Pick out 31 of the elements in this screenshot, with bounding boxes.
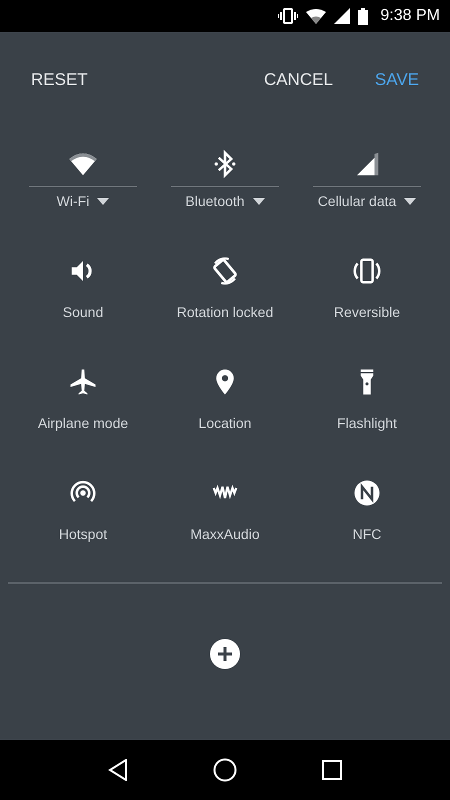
recents-icon[interactable]: [322, 760, 342, 780]
tile-label: NFC: [352, 525, 382, 544]
rotation-icon[interactable]: [210, 256, 240, 286]
add-icon[interactable]: [210, 639, 240, 669]
tile-label: Rotation locked: [176, 303, 274, 322]
tile-label: Wi-Fi: [56, 192, 90, 211]
tile-label: Hotspot: [58, 525, 108, 544]
tile-label: Flashlight: [337, 414, 397, 433]
tile-label: MaxxAudio: [190, 525, 260, 544]
reset-button[interactable]: RESET: [20, 64, 99, 96]
dropdown-caret-icon[interactable]: [252, 198, 265, 204]
tile-label: Airplane mode: [38, 414, 128, 433]
airplane-icon[interactable]: [68, 367, 98, 397]
clock-time: 9:38 PM: [380, 7, 440, 25]
signal-icon: [334, 8, 350, 24]
save-button[interactable]: SAVE: [364, 64, 430, 96]
phone-vibrate-icon[interactable]: [352, 256, 382, 286]
nfc-icon[interactable]: [352, 478, 382, 508]
wifi-icon: [306, 8, 326, 24]
tile-label: Sound: [62, 303, 104, 322]
dropdown-caret-icon[interactable]: [97, 198, 110, 204]
tile-label: Cellular data: [318, 192, 396, 211]
tile-label: Bluetooth: [185, 192, 245, 211]
home-icon[interactable]: [212, 758, 237, 782]
dropdown-caret-icon[interactable]: [404, 198, 416, 204]
cancel-button[interactable]: CANCEL: [252, 64, 344, 96]
battery-icon: [358, 8, 368, 24]
back-icon[interactable]: [108, 759, 128, 781]
tile-label: Location: [198, 414, 252, 433]
tile-label: Reversible: [334, 303, 400, 322]
vibrate-icon: [278, 8, 298, 24]
